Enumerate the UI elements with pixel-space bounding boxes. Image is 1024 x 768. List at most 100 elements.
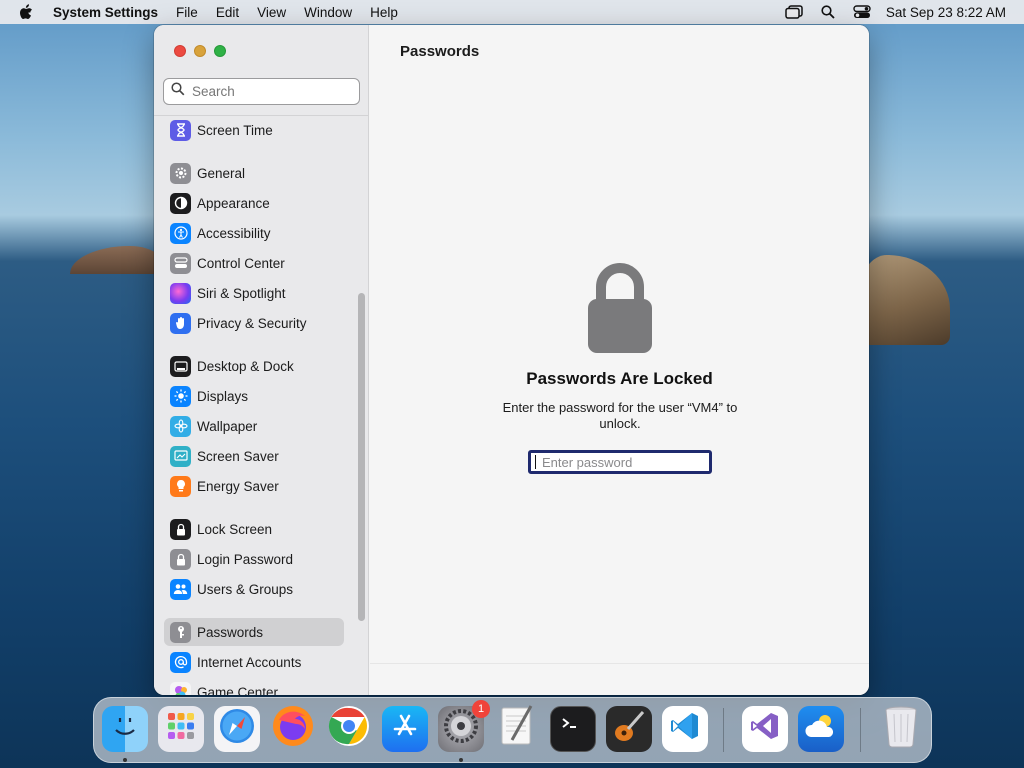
sidebar-item-screen-time[interactable]: Screen Time	[164, 116, 344, 144]
sidebar-item-accessibility[interactable]: Accessibility	[164, 219, 344, 247]
sidebar-item-label: Control Center	[197, 255, 285, 271]
sidebar-item-users-groups[interactable]: Users & Groups	[164, 575, 344, 603]
sidebar-item-lock-screen[interactable]: Lock Screen	[164, 515, 344, 543]
sidebar-item-desktop-dock[interactable]: Desktop & Dock	[164, 352, 344, 380]
dock-app-finder[interactable]	[102, 706, 148, 752]
sidebar-item-passwords[interactable]: Passwords	[164, 618, 344, 646]
app-store-icon	[390, 711, 420, 747]
sidebar-item-label: Displays	[197, 388, 249, 404]
dock-app-textedit[interactable]	[494, 705, 540, 752]
users-icon	[170, 578, 191, 600]
menu-bar: System Settings File Edit View Window He…	[0, 0, 1024, 24]
lock-icon	[170, 548, 191, 570]
menu-help[interactable]: Help	[361, 5, 407, 20]
sidebar-item-label: Screen Saver	[197, 448, 279, 464]
dock-app-system-settings[interactable]: 1	[438, 700, 490, 752]
dock-app-app-store[interactable]	[382, 706, 428, 752]
minimize-window-button[interactable]	[194, 45, 206, 57]
lock-icon	[588, 263, 652, 353]
menu-file[interactable]: File	[167, 5, 207, 20]
lock-icon	[170, 518, 191, 540]
control-center-icon	[170, 252, 191, 274]
guitar-icon	[610, 707, 648, 751]
dock-app-visual-studio[interactable]	[742, 706, 788, 752]
dock-app-garageband[interactable]	[606, 706, 652, 752]
menu-app-name[interactable]: System Settings	[52, 5, 167, 20]
dock-app-firefox[interactable]	[270, 706, 316, 752]
appearance-icon	[170, 192, 191, 214]
sidebar-item-label: Login Password	[197, 551, 294, 567]
sidebar-item-control-center[interactable]: Control Center	[164, 249, 344, 277]
locked-description: Enter the password for the user “VM4” to…	[502, 400, 738, 431]
hand-icon	[170, 312, 191, 334]
sidebar-item-displays[interactable]: Displays	[164, 382, 344, 410]
sidebar-item-appearance[interactable]: Appearance	[164, 189, 344, 217]
system-settings-window: Screen Time General Appearance	[154, 25, 869, 695]
sidebar: Screen Time General Appearance	[154, 25, 369, 695]
sidebar-item-internet-accounts[interactable]: Internet Accounts	[164, 648, 344, 676]
main-bottom-bar	[370, 663, 869, 695]
finder-icon	[108, 709, 142, 749]
dock-app-launchpad[interactable]	[158, 706, 204, 752]
password-input[interactable]	[542, 454, 692, 470]
dock-app-weather[interactable]	[798, 706, 844, 752]
running-indicator	[459, 758, 463, 762]
launchpad-icon	[164, 709, 198, 749]
visual-studio-icon	[749, 710, 781, 748]
dock-app-trash[interactable]	[878, 706, 924, 752]
page-title: Passwords	[400, 43, 480, 60]
window-switcher-icon[interactable]	[784, 4, 804, 20]
sidebar-item-label: Screen Time	[197, 122, 273, 138]
bulb-icon	[170, 475, 191, 497]
sidebar-item-label: Energy Saver	[197, 478, 279, 494]
weather-icon	[803, 711, 839, 747]
menu-edit[interactable]: Edit	[207, 5, 248, 20]
search-icon	[171, 82, 185, 101]
dock-app-terminal[interactable]	[550, 706, 596, 752]
spotlight-search-icon[interactable]	[818, 4, 838, 20]
sidebar-item-screen-saver[interactable]: Screen Saver	[164, 442, 344, 470]
hourglass-icon	[170, 119, 191, 141]
sidebar-item-login-password[interactable]: Login Password	[164, 545, 344, 573]
search-field[interactable]	[163, 78, 360, 105]
game-center-icon	[170, 681, 191, 695]
sidebar-item-wallpaper[interactable]: Wallpaper	[164, 412, 344, 440]
sidebar-item-game-center[interactable]: Game Center	[164, 678, 344, 695]
flower-icon	[170, 415, 191, 437]
notification-badge: 1	[472, 700, 490, 718]
key-icon	[170, 621, 191, 643]
search-input[interactable]	[192, 84, 352, 99]
screen-saver-icon	[170, 445, 191, 467]
terminal-icon	[558, 711, 588, 747]
sidebar-item-label: Wallpaper	[197, 418, 258, 434]
sidebar-list: Screen Time General Appearance Accessibi…	[154, 116, 369, 695]
dock-app-chrome[interactable]	[326, 706, 372, 752]
sidebar-item-general[interactable]: General	[164, 159, 344, 187]
dock: 1	[93, 697, 932, 763]
sun-icon	[170, 385, 191, 407]
sidebar-item-label: Internet Accounts	[197, 654, 302, 670]
sidebar-item-label: Game Center	[197, 684, 279, 696]
menu-window[interactable]: Window	[295, 5, 361, 20]
close-window-button[interactable]	[174, 45, 186, 57]
dock-app-safari[interactable]	[214, 706, 260, 752]
safari-icon	[218, 707, 256, 751]
sidebar-item-privacy-security[interactable]: Privacy & Security	[164, 309, 344, 337]
dock-app-vscode[interactable]	[662, 706, 708, 752]
password-field[interactable]	[528, 450, 712, 474]
locked-title: Passwords Are Locked	[526, 369, 713, 388]
sidebar-item-label: Siri & Spotlight	[197, 285, 286, 301]
menu-view[interactable]: View	[248, 5, 295, 20]
text-caret	[535, 455, 536, 469]
sidebar-scrollbar[interactable]	[358, 293, 365, 621]
sidebar-item-energy-saver[interactable]: Energy Saver	[164, 472, 344, 500]
zoom-window-button[interactable]	[214, 45, 226, 57]
dock-icon	[170, 355, 191, 377]
dock-separator	[860, 708, 861, 752]
sidebar-item-label: General	[197, 165, 246, 181]
menu-clock[interactable]: Sat Sep 23 8:22 AM	[886, 5, 1006, 20]
sidebar-item-siri-spotlight[interactable]: Siri & Spotlight	[164, 279, 344, 307]
apple-menu-icon[interactable]	[0, 4, 52, 20]
siri-icon	[170, 282, 191, 304]
control-center-icon[interactable]	[852, 4, 872, 20]
